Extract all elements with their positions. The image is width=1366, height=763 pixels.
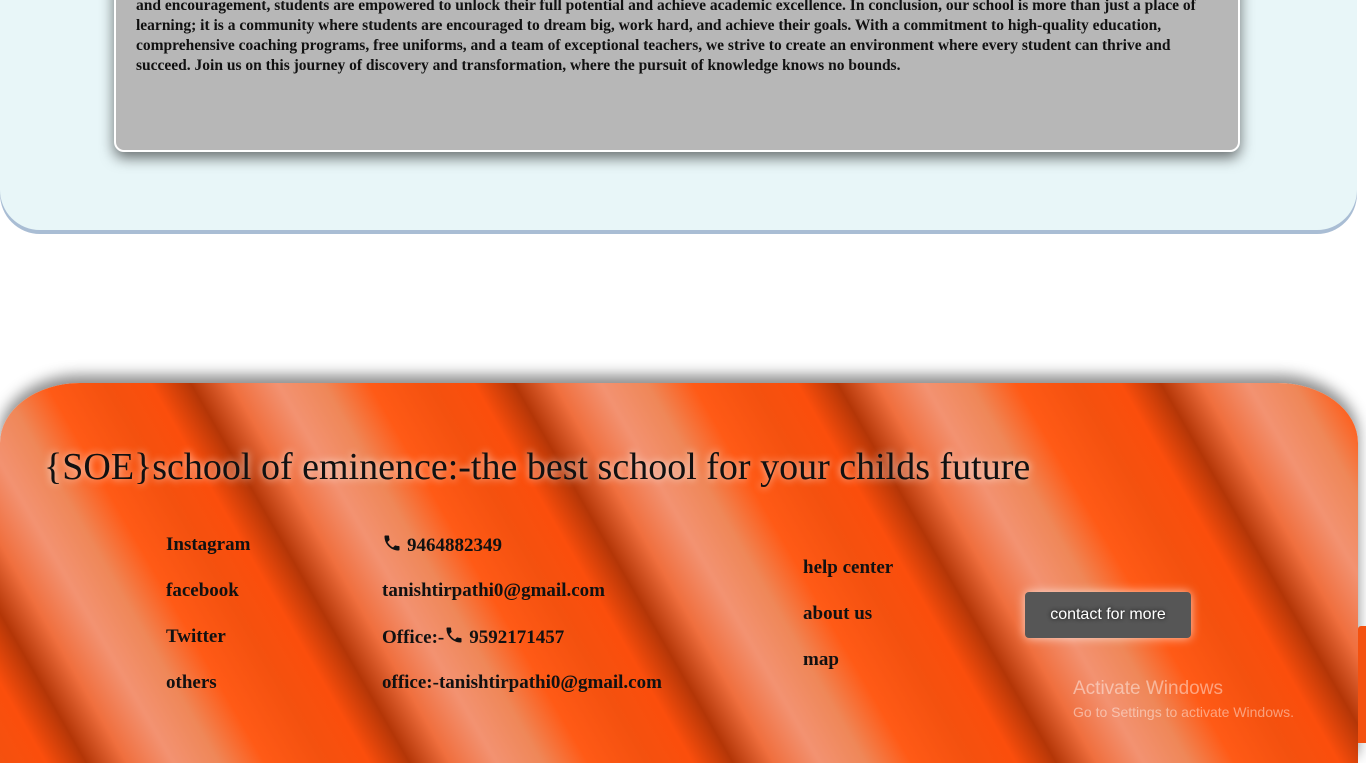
footer-title: {SOE}school of eminence:-the best school… bbox=[44, 446, 1031, 488]
link-map[interactable]: map bbox=[803, 648, 893, 694]
scrollbar-thumb[interactable] bbox=[1358, 626, 1366, 743]
link-facebook[interactable]: facebook bbox=[166, 579, 250, 625]
activate-windows-watermark: Activate Windows Go to Settings to activ… bbox=[1073, 678, 1294, 722]
social-links: Instagram facebook Twitter others bbox=[166, 533, 250, 717]
phone-row: 9464882349 bbox=[382, 533, 662, 579]
about-section: transformative journey as we strive to s… bbox=[0, 0, 1357, 230]
about-paragraph: transformative journey as we strive to s… bbox=[136, 0, 1196, 74]
link-about-us[interactable]: about us bbox=[803, 602, 893, 648]
footer-links: help center about us map bbox=[803, 556, 893, 694]
watermark-subtitle: Go to Settings to activate Windows. bbox=[1073, 704, 1294, 720]
phone-number[interactable]: 9464882349 bbox=[407, 535, 502, 556]
phone-icon bbox=[444, 625, 464, 645]
link-twitter[interactable]: Twitter bbox=[166, 625, 250, 671]
office-email[interactable]: office:-tanishtirpathi0@gmail.com bbox=[382, 671, 662, 717]
watermark-title: Activate Windows bbox=[1073, 678, 1223, 699]
link-instagram[interactable]: Instagram bbox=[166, 533, 250, 579]
contact-info: 9464882349 tanishtirpathi0@gmail.com Off… bbox=[382, 533, 662, 717]
office-phone-number[interactable]: 9592171457 bbox=[469, 627, 564, 648]
link-help-center[interactable]: help center bbox=[803, 556, 893, 602]
phone-icon bbox=[382, 533, 402, 553]
office-phone-row: Office:- 9592171457 bbox=[382, 625, 662, 671]
link-others[interactable]: others bbox=[166, 671, 250, 717]
contact-for-more-button[interactable]: contact for more bbox=[1025, 592, 1191, 638]
about-card: transformative journey as we strive to s… bbox=[114, 0, 1240, 152]
email-address[interactable]: tanishtirpathi0@gmail.com bbox=[382, 579, 662, 625]
office-prefix: Office:- bbox=[382, 627, 445, 648]
